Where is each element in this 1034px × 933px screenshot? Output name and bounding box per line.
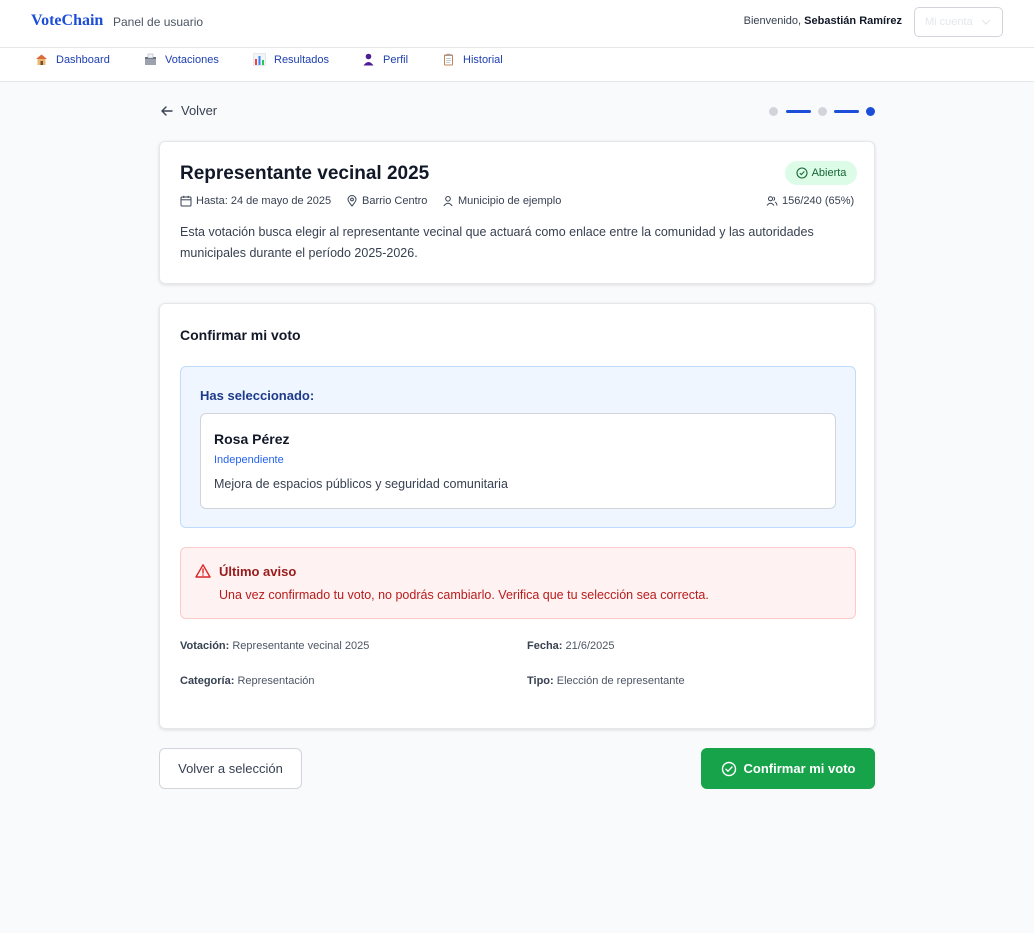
warning-title: Último aviso xyxy=(219,564,297,579)
arrow-left-icon xyxy=(161,105,173,116)
user-name: Sebastián Ramírez xyxy=(804,15,902,27)
candidate-name: Rosa Pérez xyxy=(214,431,290,447)
detail-vote: Votación: Representante vecinal 2025 xyxy=(180,640,369,652)
participation-meta: 156/240 (65%) xyxy=(766,195,854,207)
confirm-vote-button[interactable]: Confirmar mi voto xyxy=(701,748,875,789)
detail-date-label: Fecha: xyxy=(527,640,563,652)
detail-type-label: Tipo: xyxy=(527,675,554,687)
detail-category: Categoría: Representación xyxy=(180,675,315,687)
check-circle-icon xyxy=(796,167,808,179)
person-icon xyxy=(363,53,374,66)
detail-date: Fecha: 21/6/2025 xyxy=(527,640,614,652)
brand-logo[interactable]: VoteChain xyxy=(31,12,103,30)
detail-vote-value: Representante vecinal 2025 xyxy=(232,640,370,652)
account-menu-button[interactable]: Mi cuenta xyxy=(914,7,1003,37)
detail-category-value: Representación xyxy=(237,675,315,687)
nav-item-dashboard[interactable]: Dashboard xyxy=(35,53,110,66)
selection-label: Has seleccionado: xyxy=(200,388,315,403)
confirm-vote-card: Confirmar mi voto Has seleccionado: Rosa… xyxy=(159,303,875,729)
calendar-icon xyxy=(180,195,192,207)
panel-subtitle: Panel de usuario xyxy=(113,15,204,29)
confirm-vote-label: Confirmar mi voto xyxy=(743,761,856,776)
welcome-prefix: Bienvenido, xyxy=(743,15,802,27)
location-meta: Barrio Centro xyxy=(346,195,427,207)
detail-date-value: 21/6/2025 xyxy=(565,640,615,652)
nav-item-label: Dashboard xyxy=(56,53,110,66)
municipality-text: Municipio de ejemplo xyxy=(458,195,562,207)
welcome-text: Bienvenido, Sebastián Ramírez xyxy=(744,15,902,27)
house-icon xyxy=(36,54,47,65)
election-title: Representante vecinal 2025 xyxy=(180,163,430,184)
map-pin-icon xyxy=(347,195,357,207)
user-icon xyxy=(443,196,453,207)
users-icon xyxy=(766,196,778,206)
detail-type: Tipo: Elección de representante xyxy=(527,675,685,687)
participation-text: 156/240 (65%) xyxy=(782,195,855,207)
location-text: Barrio Centro xyxy=(362,195,428,207)
ballot-box-icon xyxy=(145,53,156,65)
warning-text: Una vez confirmado tu voto, no podrás ca… xyxy=(219,588,709,602)
step-connector-1 xyxy=(786,110,811,113)
chevron-down-icon xyxy=(981,19,991,25)
status-badge: Abierta xyxy=(785,161,857,185)
nav-item-resultados[interactable]: Resultados xyxy=(253,53,329,66)
deadline-text: Hasta: 24 de mayo de 2025 xyxy=(196,195,332,207)
step-indicator xyxy=(769,106,877,116)
back-label: Volver xyxy=(181,103,218,118)
clipboard-icon xyxy=(444,53,453,66)
main-nav: Dashboard Votaciones Resultados Perfil H… xyxy=(0,48,1034,82)
check-circle-icon xyxy=(721,761,736,776)
nav-item-label: Historial xyxy=(463,53,503,66)
account-label: Mi cuenta xyxy=(925,16,973,28)
deadline-meta: Hasta: 24 de mayo de 2025 xyxy=(180,195,331,207)
nav-item-perfil[interactable]: Perfil xyxy=(362,53,408,66)
selected-candidate-card: Rosa Pérez Independiente Mejora de espac… xyxy=(200,413,836,509)
step-connector-2 xyxy=(834,110,859,113)
nav-item-label: Votaciones xyxy=(165,53,219,66)
nav-item-votaciones[interactable]: Votaciones xyxy=(144,53,219,66)
back-link[interactable]: Volver xyxy=(160,103,217,118)
municipality-meta: Municipio de ejemplo xyxy=(442,195,561,207)
nav-item-historial[interactable]: Historial xyxy=(442,53,503,66)
candidate-party: Independiente xyxy=(214,454,284,466)
candidate-proposal: Mejora de espacios públicos y seguridad … xyxy=(214,477,508,491)
warning-triangle-icon xyxy=(195,564,211,578)
nav-item-label: Resultados xyxy=(274,53,330,66)
step-dot-2 xyxy=(818,107,827,116)
step-dot-3-active xyxy=(866,107,875,116)
election-description: Esta votación busca elegir al representa… xyxy=(180,225,814,260)
bar-chart-icon xyxy=(253,53,266,66)
detail-category-label: Categoría: xyxy=(180,675,235,687)
confirm-title: Confirmar mi voto xyxy=(180,327,301,343)
final-warning-alert: Último aviso Una vez confirmado tu voto,… xyxy=(180,547,856,619)
step-dot-1 xyxy=(769,107,778,116)
nav-item-label: Perfil xyxy=(383,53,409,66)
election-info-card: Representante vecinal 2025 Abierta Hasta… xyxy=(159,141,875,284)
selection-summary: Has seleccionado: Rosa Pérez Independien… xyxy=(180,366,856,528)
status-label: Abierta xyxy=(811,167,847,179)
detail-type-value: Elección de representante xyxy=(556,675,685,687)
back-to-selection-button[interactable]: Volver a selección xyxy=(159,748,302,789)
top-bar: VoteChain Panel de usuario Bienvenido, S… xyxy=(0,0,1034,48)
detail-vote-label: Votación: xyxy=(180,640,230,652)
